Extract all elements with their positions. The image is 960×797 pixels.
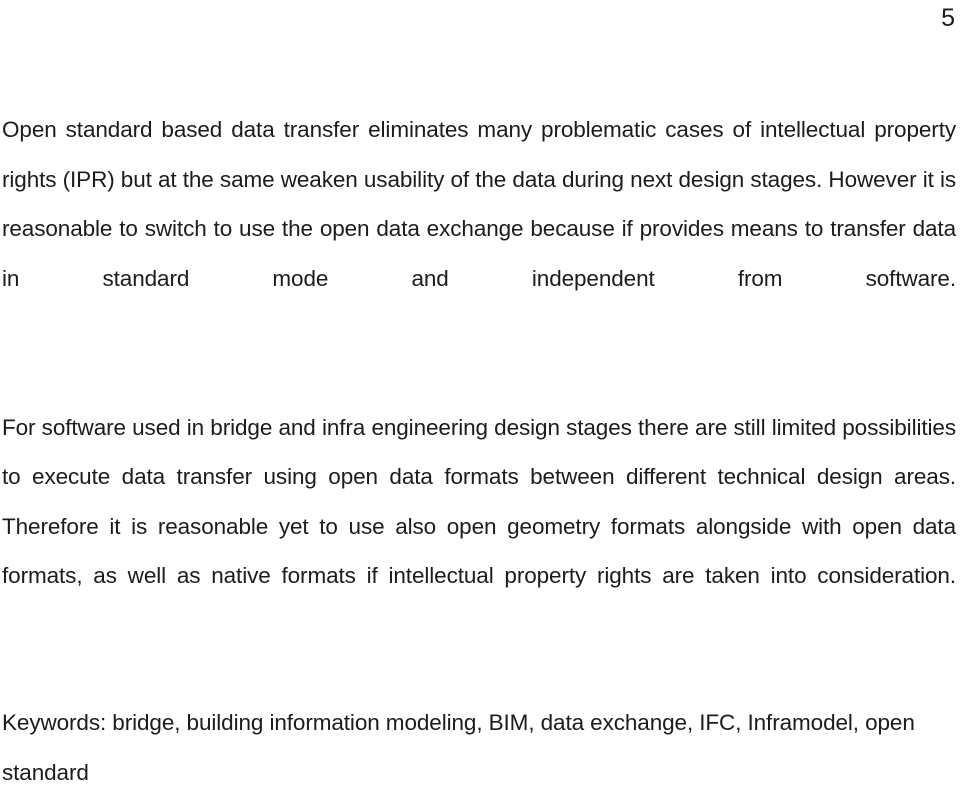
page-number: 5 [941, 4, 955, 32]
paragraph-bridge-software: For software used in bridge and infra en… [2, 414, 956, 589]
paragraph-open-standard: Open standard based data transfer elimin… [2, 117, 956, 291]
document-body: Open standard based data transfer elimin… [2, 105, 956, 797]
keywords-line: Keywords: bridge, building information m… [2, 710, 915, 785]
document-page: 5 Open standard based data transfer elim… [0, 0, 960, 785]
